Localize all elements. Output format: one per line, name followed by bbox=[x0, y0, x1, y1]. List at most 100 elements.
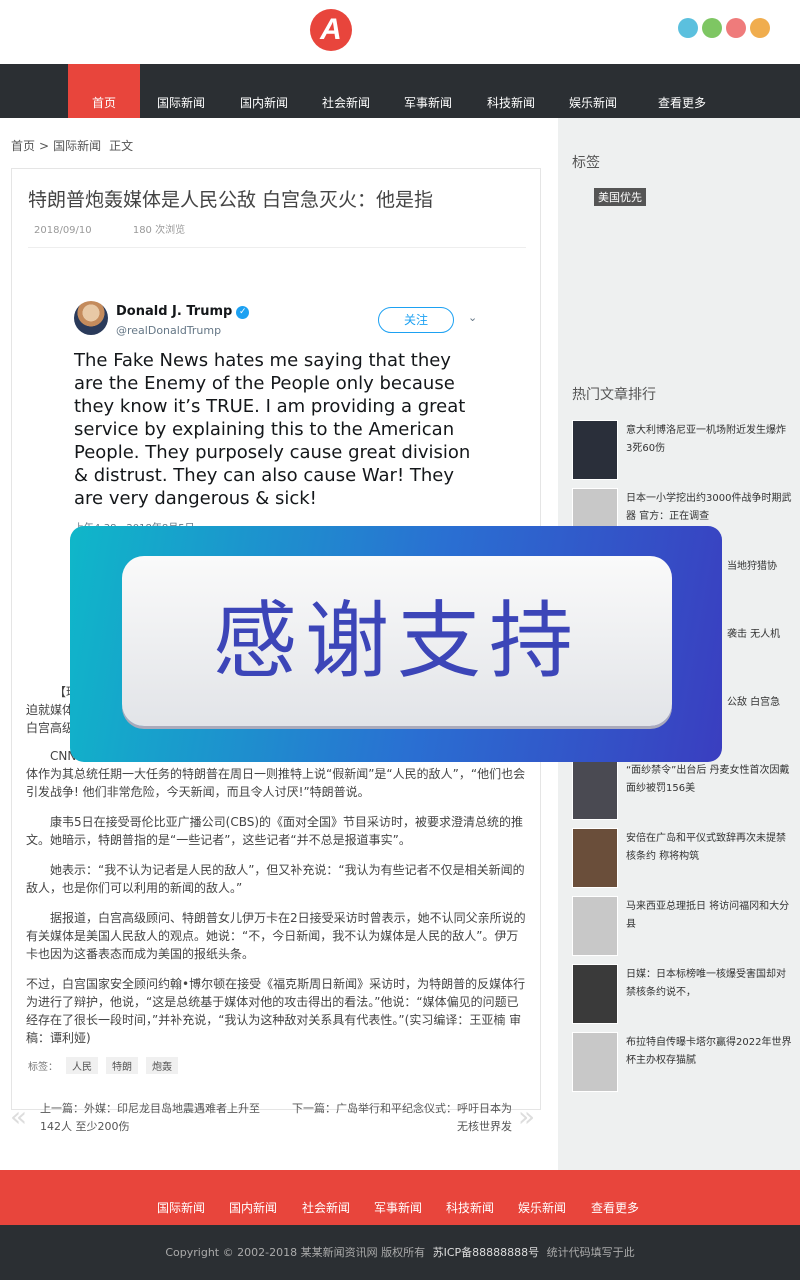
thanks-support-banner[interactable]: 感谢支持 bbox=[70, 526, 722, 762]
thumbnail-image bbox=[572, 760, 618, 820]
footer-nav: 国际新闻 国内新闻 社会新闻 军事新闻 科技新闻 娱乐新闻 查看更多 bbox=[0, 1170, 800, 1225]
footer-nav-label: 国际新闻 bbox=[156, 1201, 205, 1215]
users-icon bbox=[295, 1182, 357, 1196]
paragraph-4: 她表示：“我不认为记者是人民的敌人”，但又补充说：“我认为有些记者不仅是相关新闻… bbox=[26, 863, 525, 895]
weibo-icon[interactable] bbox=[726, 18, 746, 38]
qq-icon[interactable] bbox=[678, 18, 698, 38]
nav-label: 军事新闻 bbox=[403, 96, 452, 110]
prev-arrow-icon[interactable]: « bbox=[10, 1100, 27, 1133]
article-tags: 标签： 人民 特朗 炮轰 bbox=[28, 1057, 178, 1074]
hot-article-item[interactable]: 马来西亚总理抵日 将访问福冈和大分县 bbox=[572, 896, 794, 956]
banner-text: 感谢支持 bbox=[212, 592, 581, 690]
hot-article-title: 马来西亚总理抵日 将访问福冈和大分县 bbox=[626, 901, 790, 930]
hot-article-title: 当地狩猎协 bbox=[727, 561, 777, 572]
footer-nav-label: 国内新闻 bbox=[228, 1201, 277, 1215]
thumbnail-image bbox=[572, 964, 618, 1024]
hot-article-item[interactable]: 安倍在广岛和平仪式致辞再次未提禁核条约 称将构筑 bbox=[572, 828, 794, 888]
banner-button[interactable]: 感谢支持 bbox=[122, 556, 672, 726]
tags-heading: 标签 bbox=[572, 155, 600, 171]
copyright-text: Copyright © 2002-2018 某某新闻资讯网 版权所有 bbox=[165, 1246, 426, 1259]
shield-icon bbox=[367, 1182, 429, 1196]
prev-article-link[interactable]: 上一篇：外媒：印尼龙目岛地震遇难者上升至142人 至少200伤 bbox=[40, 1100, 268, 1136]
paragraph-3: 康韦5日在接受哥伦比亚广播公司(CBS)的《面对全国》节目采访时，被要求澄清总统… bbox=[26, 815, 524, 847]
nav-item-domestic[interactable]: 国内新闻 bbox=[228, 64, 300, 118]
music-icon bbox=[557, 75, 629, 89]
site-footer: Copyright © 2002-2018 某某新闻资讯网 版权所有 苏ICP备… bbox=[0, 1225, 800, 1280]
breadcrumb: 首页 > 国际新闻 正文 bbox=[11, 137, 137, 154]
avatar[interactable] bbox=[74, 301, 108, 335]
thumbnail-placeholder bbox=[572, 1032, 618, 1092]
tag-link[interactable]: 人民 bbox=[66, 1057, 98, 1074]
footer-nav-item-entertainment[interactable]: 娱乐新闻 bbox=[511, 1170, 573, 1225]
next-arrow-icon[interactable]: » bbox=[518, 1100, 535, 1133]
hot-article-item[interactable]: “面纱禁令”出台后 丹麦女性首次因戴面纱被罚156美 bbox=[572, 760, 794, 820]
nav-item-international[interactable]: 国际新闻 bbox=[145, 64, 217, 118]
nav-item-entertainment[interactable]: 娱乐新闻 bbox=[557, 64, 629, 118]
hot-article-item[interactable]: 布拉特自传曝卡塔尔赢得2022年世界杯主办权存猫腻 bbox=[572, 1032, 794, 1092]
article-meta: 2018/09/10 180 次浏览 bbox=[28, 221, 191, 236]
paragraph-5: 据报道，白宫高级顾问、特朗普女儿伊万卡在2日接受采访时曾表示，她不认同父亲所说的… bbox=[26, 911, 526, 961]
shield-icon bbox=[392, 75, 464, 89]
tag-link[interactable]: 特朗 bbox=[106, 1057, 138, 1074]
breadcrumb-home[interactable]: 首页 bbox=[11, 139, 35, 153]
main-nav: 首页 国际新闻 国内新闻 社会新闻 军事新闻 科技新闻 娱乐新闻 查看更多 bbox=[0, 64, 800, 118]
stats-text: 统计代码填写于此 bbox=[546, 1246, 635, 1259]
divider bbox=[28, 247, 526, 248]
site-header: A bbox=[0, 0, 800, 64]
chip-icon bbox=[475, 75, 547, 89]
breadcrumb-current: 正文 bbox=[109, 139, 134, 153]
hot-article-title: 日媒：日本标榜唯一核爆受害国却对禁核条约说不， bbox=[626, 969, 786, 998]
icp-link[interactable]: 苏ICP备88888888号 bbox=[433, 1246, 540, 1259]
footer-nav-label: 娱乐新闻 bbox=[517, 1201, 566, 1215]
hot-articles-heading: 热门文章排行 bbox=[572, 387, 656, 403]
wechat-icon[interactable] bbox=[702, 18, 722, 38]
hot-article-item[interactable]: 日媒：日本标榜唯一核爆受害国却对禁核条约说不， bbox=[572, 964, 794, 1024]
breadcrumb-section[interactable]: 国际新闻 bbox=[53, 139, 101, 153]
music-icon bbox=[511, 1182, 573, 1196]
tweet-author[interactable]: Donald J. Trump ✓ bbox=[116, 304, 250, 319]
nav-label: 娱乐新闻 bbox=[568, 96, 617, 110]
footer-nav-label: 查看更多 bbox=[590, 1201, 639, 1215]
nav-label: 查看更多 bbox=[657, 96, 706, 110]
nav-item-society[interactable]: 社会新闻 bbox=[310, 64, 382, 118]
globe-icon bbox=[150, 1182, 212, 1196]
nav-label: 首页 bbox=[91, 96, 116, 110]
site-logo[interactable]: A bbox=[310, 9, 352, 51]
globe-icon bbox=[145, 75, 217, 89]
footer-nav-item-domestic[interactable]: 国内新闻 bbox=[222, 1170, 284, 1225]
follow-button[interactable]: 关注 bbox=[378, 307, 454, 333]
footer-nav-label: 社会新闻 bbox=[301, 1201, 350, 1215]
thumbnail-image bbox=[572, 828, 618, 888]
nav-label: 科技新闻 bbox=[486, 96, 535, 110]
paragraph-6: 不过，白宫国家安全顾问约翰•博尔顿在接受《福克斯周日新闻》采访时，为特朗普的反媒… bbox=[26, 977, 526, 1045]
hot-article-title: 日本一小学挖出约3000件战争时期武器 官方：正在调查 bbox=[626, 493, 792, 522]
hot-article-title: 公敌 白宫急 bbox=[727, 697, 781, 708]
thumbnail-placeholder bbox=[572, 896, 618, 956]
footer-nav-label: 科技新闻 bbox=[445, 1201, 494, 1215]
nav-item-home[interactable]: 首页 bbox=[68, 64, 140, 118]
grid-icon bbox=[582, 1182, 648, 1196]
hot-article-title: 布拉特自传曝卡塔尔赢得2022年世界杯主办权存猫腻 bbox=[626, 1037, 792, 1066]
nav-item-tech[interactable]: 科技新闻 bbox=[475, 64, 547, 118]
footer-nav-label: 军事新闻 bbox=[373, 1201, 422, 1215]
hot-article-title: “面纱禁令”出台后 丹麦女性首次因戴面纱被罚156美 bbox=[626, 765, 790, 794]
tag-link[interactable]: 炮轰 bbox=[146, 1057, 178, 1074]
grid-icon bbox=[640, 75, 724, 89]
article-title: 特朗普炮轰媒体是人民公敌 白宫急灭火：他是指 bbox=[28, 189, 434, 211]
footer-nav-item-international[interactable]: 国际新闻 bbox=[150, 1170, 212, 1225]
hot-article-title: 意大利博洛尼亚一机场附近发生爆炸 3死60伤 bbox=[626, 425, 786, 454]
hot-article-item[interactable]: 意大利博洛尼亚一机场附近发生爆炸 3死60伤 bbox=[572, 420, 794, 480]
footer-nav-item-society[interactable]: 社会新闻 bbox=[295, 1170, 357, 1225]
nav-label: 国内新闻 bbox=[239, 96, 288, 110]
footer-nav-item-more[interactable]: 查看更多 bbox=[582, 1170, 648, 1225]
nav-item-more[interactable]: 查看更多 bbox=[640, 64, 724, 118]
nav-item-military[interactable]: 军事新闻 bbox=[392, 64, 464, 118]
sidebar-tag[interactable]: 美国优先 bbox=[594, 188, 646, 206]
footer-nav-item-tech[interactable]: 科技新闻 bbox=[439, 1170, 501, 1225]
footer-nav-item-military[interactable]: 军事新闻 bbox=[367, 1170, 429, 1225]
next-article-link[interactable]: 下一篇：广岛举行和平纪念仪式：呼吁日本为无核世界发 bbox=[290, 1100, 512, 1136]
rss-icon[interactable] bbox=[750, 18, 770, 38]
chevron-down-icon[interactable]: ⌄ bbox=[468, 311, 477, 324]
tweet-handle[interactable]: @realDonaldTrump bbox=[116, 324, 221, 337]
paragraph-2-rest: 体作为其总统任期一大任务的特朗普在周日一则推特上说“假新闻”是“人民的敌人”，“… bbox=[26, 767, 526, 799]
